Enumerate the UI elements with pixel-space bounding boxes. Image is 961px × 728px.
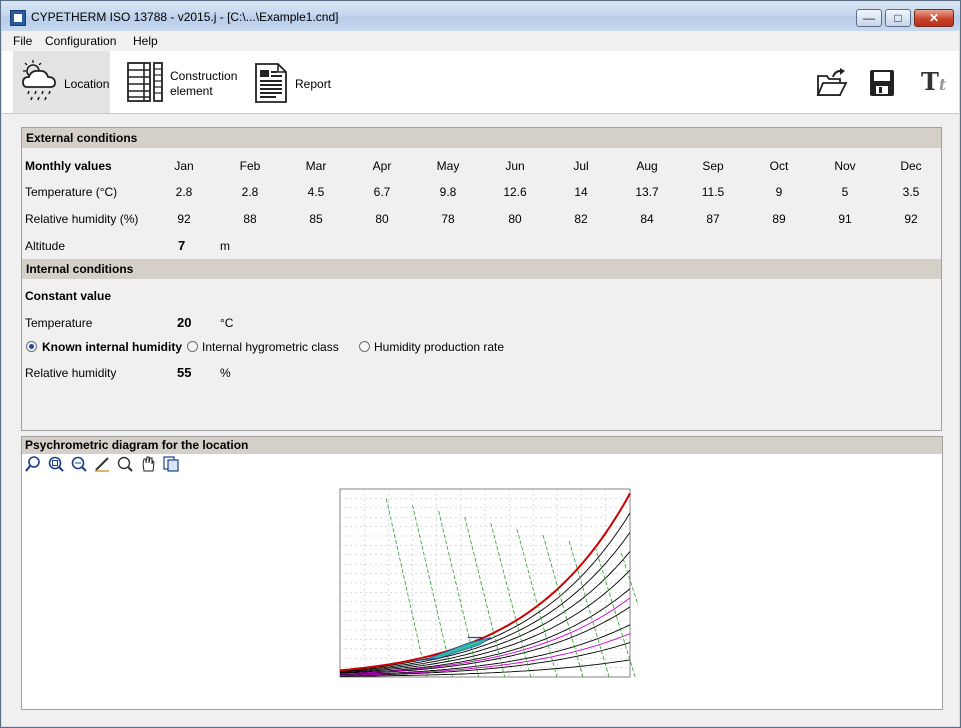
temperature-cell[interactable]: 13.7 bbox=[627, 185, 667, 199]
month-header: Mar bbox=[305, 159, 327, 173]
month-header: Jun bbox=[505, 159, 525, 173]
temperature-cell[interactable]: 2.8 bbox=[230, 185, 270, 199]
psychrometric-chart[interactable] bbox=[332, 484, 638, 692]
construction-element-tab[interactable]: Construction element bbox=[120, 51, 240, 113]
zoom-window-icon[interactable] bbox=[71, 456, 87, 472]
humidity-cell[interactable]: 92 bbox=[164, 212, 204, 226]
font-icon-small: t bbox=[938, 75, 947, 94]
humidity-cell[interactable]: 84 bbox=[627, 212, 667, 226]
menu-bar: File Configuration Help bbox=[2, 31, 959, 51]
temperature-cell[interactable]: 9.8 bbox=[428, 185, 468, 199]
temperature-cell[interactable]: 12.6 bbox=[495, 185, 535, 199]
report-document-icon bbox=[255, 63, 287, 103]
month-header: Aug bbox=[636, 159, 658, 173]
report-label: Report bbox=[295, 77, 332, 91]
month-header: Apr bbox=[372, 159, 392, 173]
humidity-cell[interactable]: 92 bbox=[891, 212, 931, 226]
weather-cloud-icon bbox=[22, 60, 56, 101]
humidity-production-label[interactable]: Humidity production rate bbox=[374, 340, 504, 354]
temperature-cell[interactable]: 6.7 bbox=[362, 185, 402, 199]
hygrometric-class-label[interactable]: Internal hygrometric class bbox=[202, 340, 339, 354]
known-humidity-label[interactable]: Known internal humidity bbox=[42, 340, 182, 354]
zoom-extents-icon[interactable] bbox=[48, 456, 64, 472]
location-label: Location bbox=[64, 77, 110, 91]
humidity-cell[interactable]: 82 bbox=[561, 212, 601, 226]
conditions-panel: External conditions Monthly values Tempe… bbox=[21, 127, 942, 431]
window-title: CYPETHERM ISO 13788 - v2015.j - [C:\...\… bbox=[31, 10, 339, 24]
humidity-cell[interactable]: 89 bbox=[759, 212, 799, 226]
month-header: Nov bbox=[834, 159, 856, 173]
title-bar[interactable]: CYPETHERM ISO 13788 - v2015.j - [C:\...\… bbox=[1, 1, 960, 31]
zoom-select-icon[interactable] bbox=[25, 456, 41, 472]
month-header: Jan bbox=[174, 159, 194, 173]
temperature-cell[interactable]: 5 bbox=[825, 185, 865, 199]
construction-label-line1: Construction bbox=[170, 69, 238, 83]
internal-rh-value[interactable]: 55 bbox=[177, 365, 191, 380]
month-header: Dec bbox=[900, 159, 922, 173]
construction-label-line2: element bbox=[170, 84, 213, 98]
main-content: External conditions Monthly values Tempe… bbox=[2, 114, 959, 726]
month-header: Jul bbox=[573, 159, 589, 173]
humidity-row-label: Relative humidity (%) bbox=[25, 212, 139, 226]
altitude-value[interactable]: 7 bbox=[178, 238, 185, 253]
temperature-cell[interactable]: 3.5 bbox=[891, 185, 931, 199]
humidity-cell[interactable]: 91 bbox=[825, 212, 865, 226]
app-window: CYPETHERM ISO 13788 - v2015.j - [C:\...\… bbox=[0, 0, 961, 728]
month-header: Feb bbox=[239, 159, 261, 173]
altitude-label: Altitude bbox=[25, 239, 66, 253]
menu-configuration[interactable]: Configuration bbox=[45, 34, 116, 48]
app-icon bbox=[10, 10, 26, 26]
altitude-unit: m bbox=[220, 239, 230, 253]
minimize-button[interactable]: — bbox=[856, 9, 882, 27]
month-header: May bbox=[436, 159, 460, 173]
known-humidity-radio[interactable] bbox=[26, 341, 37, 352]
month-header: Oct bbox=[769, 159, 789, 173]
external-conditions-header: External conditions bbox=[22, 128, 941, 148]
internal-rh-unit: % bbox=[220, 366, 231, 380]
temperature-cell[interactable]: 2.8 bbox=[164, 185, 204, 199]
close-button[interactable]: ✕ bbox=[914, 9, 954, 27]
location-tab[interactable]: Location bbox=[13, 51, 110, 113]
internal-rh-label: Relative humidity bbox=[25, 366, 117, 380]
maximize-icon: □ bbox=[894, 11, 902, 25]
internal-temperature-label: Temperature bbox=[25, 316, 93, 330]
hygrometric-class-radio[interactable] bbox=[187, 341, 198, 352]
pen-icon[interactable] bbox=[94, 456, 110, 472]
internal-conditions-header: Internal conditions bbox=[22, 259, 941, 279]
humidity-cell[interactable]: 80 bbox=[362, 212, 402, 226]
humidity-cell[interactable]: 87 bbox=[693, 212, 733, 226]
pan-hand-icon[interactable] bbox=[140, 456, 156, 472]
report-tab[interactable]: Report bbox=[249, 51, 339, 113]
construction-wall-icon bbox=[127, 62, 163, 102]
temperature-cell[interactable]: 9 bbox=[759, 185, 799, 199]
constant-value-label: Constant value bbox=[25, 289, 112, 303]
humidity-cell[interactable]: 85 bbox=[296, 212, 336, 226]
psychrometric-panel: Psychrometric diagram for the location bbox=[21, 436, 943, 710]
month-header: Sep bbox=[702, 159, 724, 173]
menu-file[interactable]: File bbox=[13, 34, 32, 48]
minimize-icon: — bbox=[863, 11, 875, 25]
temperature-cell[interactable]: 11.5 bbox=[693, 185, 733, 199]
temperature-cell[interactable]: 14 bbox=[561, 185, 601, 199]
temperature-cell[interactable]: 4.5 bbox=[296, 185, 336, 199]
open-folder-icon[interactable] bbox=[816, 68, 848, 98]
psychrometric-header: Psychrometric diagram for the location bbox=[22, 437, 942, 454]
humidity-production-radio[interactable] bbox=[359, 341, 370, 352]
font-icon-large: T bbox=[921, 67, 939, 96]
maximize-button[interactable]: □ bbox=[885, 9, 911, 27]
humidity-cell[interactable]: 80 bbox=[495, 212, 535, 226]
humidity-cell[interactable]: 88 bbox=[230, 212, 270, 226]
internal-temperature-value[interactable]: 20 bbox=[177, 315, 191, 330]
close-icon: ✕ bbox=[928, 11, 940, 25]
internal-temperature-unit: °C bbox=[220, 316, 234, 330]
copy-icon[interactable] bbox=[163, 456, 179, 472]
main-toolbar: Location Construction element Report Tt bbox=[2, 51, 959, 114]
zoom-out-icon[interactable] bbox=[117, 456, 133, 472]
humidity-cell[interactable]: 78 bbox=[428, 212, 468, 226]
menu-help[interactable]: Help bbox=[133, 34, 158, 48]
monthly-values-label: Monthly values bbox=[25, 159, 112, 173]
temperature-row-label: Temperature (°C) bbox=[25, 185, 118, 199]
font-icon[interactable]: Tt bbox=[921, 67, 946, 96]
save-icon[interactable] bbox=[869, 69, 895, 97]
